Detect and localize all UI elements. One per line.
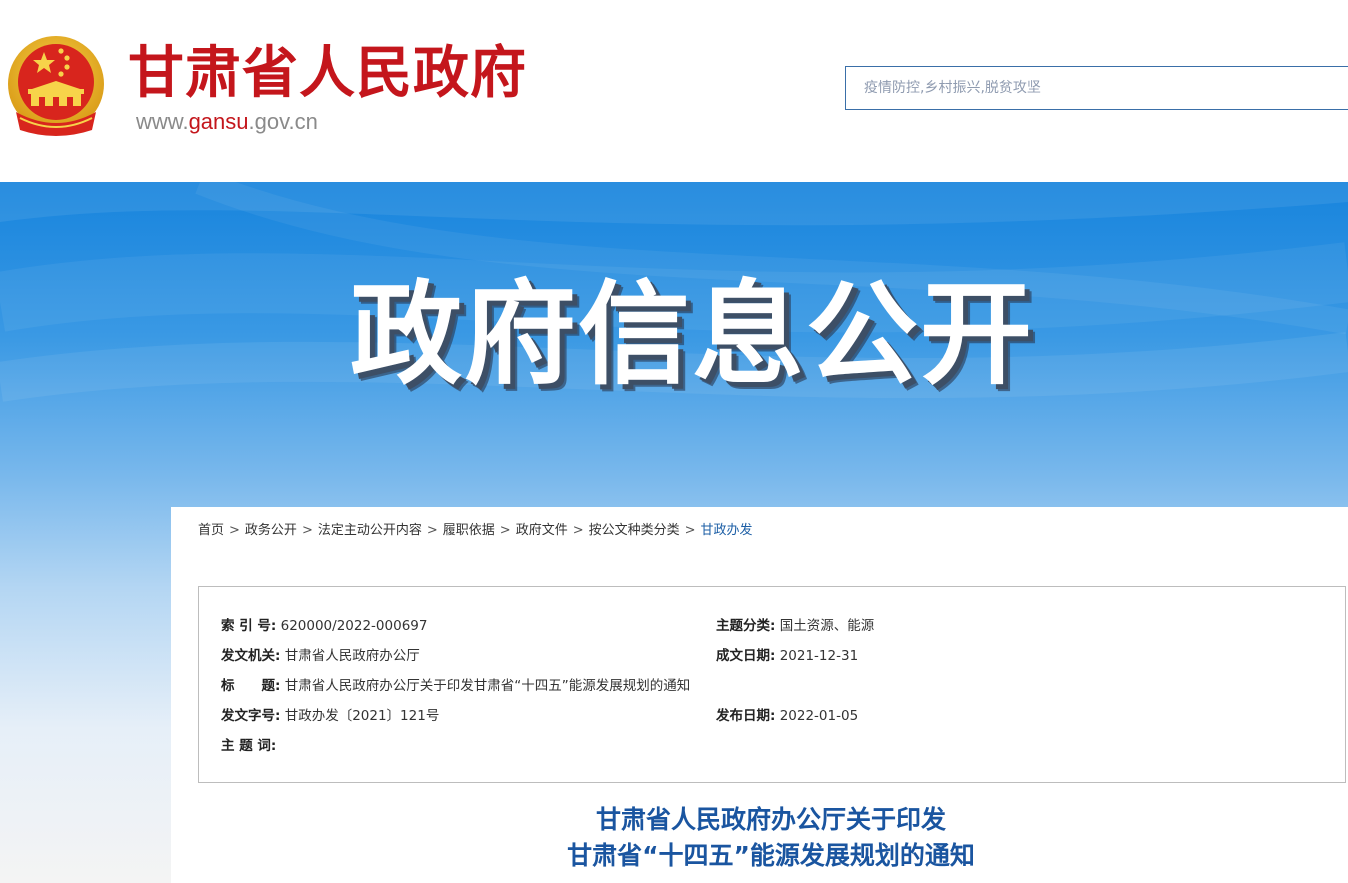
breadcrumb-separator: > xyxy=(499,523,511,538)
national-emblem-icon[interactable] xyxy=(6,34,106,138)
meta-title-label: 标 题: xyxy=(221,678,281,694)
meta-docno-row: 发文字号: 甘政办发〔2021〕121号 xyxy=(221,706,439,726)
banner-title: 政府信息公开 xyxy=(350,270,1034,400)
document-title-line-1: 甘肃省人民政府办公厅关于印发 xyxy=(595,805,946,834)
breadcrumb-separator: > xyxy=(229,523,240,538)
meta-index-value: 620000/2022-000697 xyxy=(280,618,428,634)
meta-title-row: 标 题: 甘肃省人民政府办公厅关于印发甘肃省“十四五”能源发展规划的通知 xyxy=(221,676,690,696)
meta-issuer-row: 发文机关: 甘肃省人民政府办公厅 xyxy=(221,646,420,666)
domain-prefix: www. xyxy=(136,109,189,134)
document-metadata-box: 索 引 号: 620000/2022-000697 主题分类: 国土资源、能源 … xyxy=(198,586,1346,783)
breadcrumb-gov-documents[interactable]: 政府文件 xyxy=(516,523,568,538)
breadcrumb-separator: > xyxy=(426,523,438,538)
meta-docno-value: 甘政办发〔2021〕121号 xyxy=(284,708,440,724)
meta-index-row: 索 引 号: 620000/2022-000697 xyxy=(221,616,427,636)
meta-created-value: 2021-12-31 xyxy=(779,648,859,664)
meta-docno-label: 发文字号: xyxy=(221,708,281,724)
meta-topic-label: 主题分类: xyxy=(716,618,776,634)
document-title-line-2: 甘肃省“十四五”能源发展规划的通知 xyxy=(567,841,975,870)
site-name[interactable]: 甘肃省人民政府 xyxy=(128,38,527,108)
breadcrumb-separator: > xyxy=(572,523,584,538)
meta-issuer-value: 甘肃省人民政府办公厅 xyxy=(284,648,420,664)
meta-published-row: 发布日期: 2022-01-05 xyxy=(716,706,858,726)
breadcrumb-statutory-content[interactable]: 法定主动公开内容 xyxy=(318,523,422,538)
document-title: 甘肃省人民政府办公厅关于印发 甘肃省“十四五”能源发展规划的通知 xyxy=(171,802,1348,874)
breadcrumb-current[interactable]: 甘政办发 xyxy=(701,523,753,538)
main-content: 首页 > 政务公开 > 法定主动公开内容 > 履职依据 > 政府文件 > 按公文种类分类 > 甘政办发 … xyxy=(171,507,1348,883)
meta-keywords-row: 主 题 词: xyxy=(221,736,276,756)
meta-topic-value: 国土资源、能源 xyxy=(779,618,875,634)
breadcrumb-doc-type[interactable]: 按公文种类分类 xyxy=(589,523,680,538)
meta-index-label: 索 引 号: xyxy=(221,618,277,634)
breadcrumb-home[interactable]: 首页 xyxy=(198,523,224,538)
meta-published-value: 2022-01-05 xyxy=(779,708,859,724)
meta-created-row: 成文日期: 2021-12-31 xyxy=(716,646,858,666)
meta-created-label: 成文日期: xyxy=(716,648,776,664)
breadcrumb-gov-affairs[interactable]: 政务公开 xyxy=(245,523,297,538)
site-domain: www.gansu.gov.cn xyxy=(136,108,318,136)
meta-title-value: 甘肃省人民政府办公厅关于印发甘肃省“十四五”能源发展规划的通知 xyxy=(284,678,691,694)
breadcrumb-separator: > xyxy=(684,523,696,538)
meta-keywords-label: 主 题 词: xyxy=(221,738,277,754)
meta-issuer-label: 发文机关: xyxy=(221,648,281,664)
breadcrumb-duty-basis[interactable]: 履职依据 xyxy=(443,523,495,538)
site-header: 甘肃省人民政府 www.gansu.gov.cn xyxy=(0,0,1348,182)
domain-suffix: .gov.cn xyxy=(248,109,318,134)
meta-topic-row: 主题分类: 国土资源、能源 xyxy=(716,616,874,636)
search-input[interactable] xyxy=(846,67,1348,109)
search-box xyxy=(845,66,1348,110)
page: 甘肃省人民政府 www.gansu.gov.cn 政府信息公开 首页 > 政务公开 >… xyxy=(0,0,1348,883)
meta-published-label: 发布日期: xyxy=(716,708,776,724)
domain-highlight: gansu xyxy=(188,109,249,134)
breadcrumb-separator: > xyxy=(301,523,313,538)
breadcrumb: 首页 > 政务公开 > 法定主动公开内容 > 履职依据 > 政府文件 > 按公文种类分类 > 甘政办发 xyxy=(198,522,753,540)
